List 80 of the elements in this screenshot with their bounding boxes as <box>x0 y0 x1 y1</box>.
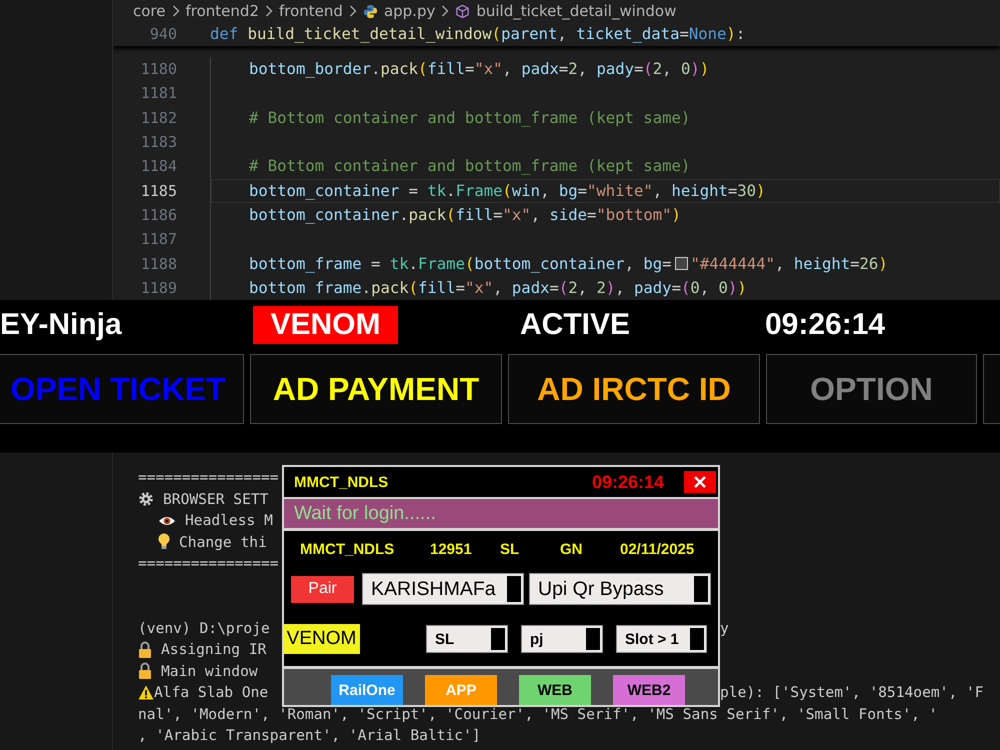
close-icon <box>693 475 707 489</box>
code-comment: # Bottom container and bottom_frame (kept same) <box>249 157 690 176</box>
terminal-text: Headless M <box>185 512 273 530</box>
status-text: ACTIVE <box>520 308 632 342</box>
dropdown-handle[interactable] <box>507 576 521 602</box>
line-number: 1187 <box>140 230 177 248</box>
line-number: 1188 <box>140 254 177 273</box>
tag-label: VENOM <box>283 624 360 654</box>
line-number: 1180 <box>140 60 177 78</box>
code-comment: # Bottom container and bottom_frame (kept same) <box>249 108 690 127</box>
dropdown-handle[interactable] <box>491 628 505 650</box>
terminal-text: Assigning IR <box>161 641 266 658</box>
code-line: bottom frame.pack(fill="x", padx=(2, 2), pady=(0, 0)) <box>249 278 747 297</box>
chevron-icon <box>172 5 180 18</box>
line-number: 1181 <box>140 84 177 102</box>
eye-icon <box>158 514 176 527</box>
ticket-info: 02/11/2025 <box>620 541 694 560</box>
status-message: Wait for login...... <box>294 502 436 524</box>
terminal-text: (venv) D:\proje <box>138 620 270 637</box>
action-button[interactable]: OPTION <box>766 354 977 424</box>
terminal-text: y <box>720 620 730 637</box>
line-number: 1189 <box>140 278 177 297</box>
app-name: EY-Ninja <box>0 308 123 342</box>
terminal-text: Alfa Slab One <box>154 684 268 702</box>
dropdown-handle[interactable] <box>690 628 704 650</box>
line-number: 1182 <box>140 108 177 127</box>
code-line: bottom_container = tk.Frame(win, bg="white", height=30) <box>249 182 766 200</box>
line-number: 1183 <box>140 133 177 152</box>
breadcrumb-item[interactable]: app.py <box>384 2 436 20</box>
breadcrumb-item[interactable]: core <box>133 2 166 20</box>
ticket-info: MMCT_NDLS <box>300 541 396 560</box>
breadcrumb-item[interactable]: frontend2 <box>186 2 259 20</box>
code-line: bottom_frame = tk.Frame(bottom_container, bg= "#444444", height=26) <box>249 254 888 273</box>
ticket-info: SL <box>500 541 520 560</box>
ticket-info: 12951 <box>430 541 473 560</box>
terminal-text: ple): ['System', '8514oem', 'F <box>720 684 984 702</box>
python-icon <box>362 4 378 19</box>
timer: 09:26:14 <box>592 472 664 492</box>
dropdown[interactable]: Slot > 1 <box>616 625 707 653</box>
chevron-icon <box>348 5 357 18</box>
terminal-text: ================ <box>138 555 279 572</box>
line-number: 1186 <box>140 206 177 224</box>
terminal-text: ================ <box>138 469 279 486</box>
gear-icon <box>138 491 154 508</box>
warning-icon <box>138 685 154 700</box>
mode-button[interactable]: WEB2 <box>613 675 685 705</box>
dropdown-handle[interactable] <box>586 628 600 650</box>
lock-icon <box>138 662 152 680</box>
line-number: 940 <box>148 25 177 44</box>
lightbulb-icon <box>158 533 170 552</box>
action-button[interactable]: AD PAYMENT <box>250 354 502 424</box>
terminal-text: , 'Arabic Transparent', 'Arial Baltic'] <box>138 727 481 744</box>
dropdown[interactable]: Upi Qr Bypass <box>529 573 711 605</box>
chevron-icon <box>264 5 273 18</box>
terminal-text: nal', 'Modern', 'Roman', 'Script', 'Courier', 'MS Serif', 'MS Sans Serif', 'Small Fonts', ' <box>138 706 938 723</box>
window-title: MMCT_NDLS <box>294 474 390 490</box>
terminal-text: Change thi <box>179 534 267 551</box>
action-button[interactable]: AD IRCTC ID <box>508 354 760 424</box>
dropdown[interactable]: KARISHMAFa <box>362 573 524 605</box>
close-button[interactable] <box>684 471 716 493</box>
pair-button[interactable]: Pair <box>291 576 354 602</box>
mode-button[interactable]: WEB <box>519 675 591 705</box>
terminal-text: BROWSER SETT <box>163 490 268 508</box>
ticket-info: GN <box>560 541 584 560</box>
dropdown-handle[interactable] <box>694 576 708 602</box>
code-line: bottom_container.pack(fill="x", side="bottom") <box>249 206 681 224</box>
line-number: 1184 <box>140 157 177 176</box>
chevron-icon <box>441 5 450 18</box>
mode-badge: VENOM <box>253 306 398 344</box>
breadcrumb-item[interactable]: build_ticket_detail_window <box>476 2 676 20</box>
code-line: bottom_border.pack(fill="x", padx=2, pady=(2, 0)) <box>249 60 710 78</box>
code-line: def build_ticket_detail_window(parent, ticket_data=None): <box>210 25 746 44</box>
clock: 09:26:14 <box>765 308 886 342</box>
dropdown[interactable]: pj <box>521 625 603 653</box>
breadcrumb-item[interactable]: frontend <box>278 2 343 20</box>
line-number: 1185 <box>140 182 177 200</box>
dropdown[interactable]: SL <box>426 625 508 653</box>
terminal-text: Main window <box>161 662 258 680</box>
cube-icon <box>455 4 470 19</box>
lock-icon <box>138 640 152 659</box>
